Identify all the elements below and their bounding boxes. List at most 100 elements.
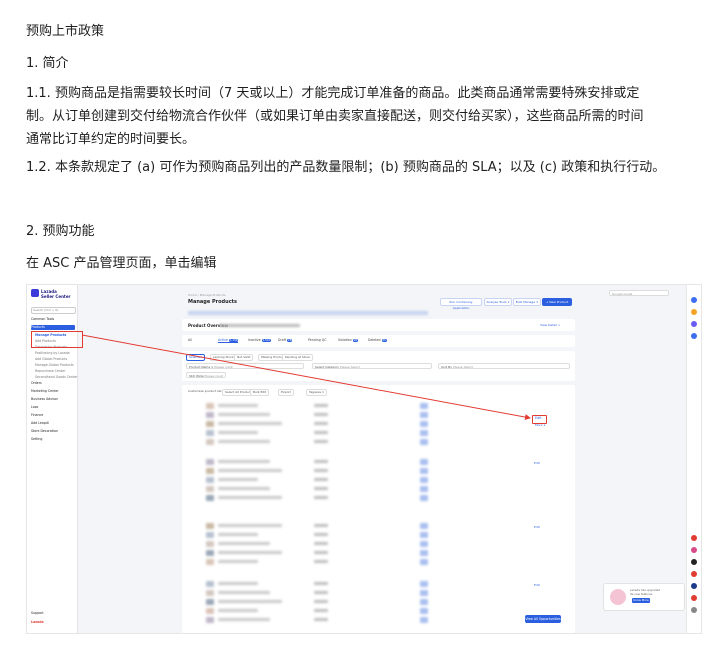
rail-app-icon[interactable] (691, 309, 697, 315)
tab[interactable]: Inactive 1,512 (248, 338, 272, 342)
know-more-button[interactable]: Know More (632, 598, 650, 603)
sidebar-item[interactable]: Marketing Center (31, 389, 75, 394)
sku-field[interactable]: SKU Wide Please input (186, 372, 226, 378)
view-opportunities-button[interactable]: View All Opportunities (525, 615, 561, 623)
sidebar-item[interactable]: Finance (31, 413, 75, 418)
tab-label: Deleted (368, 338, 381, 342)
sidebar-item[interactable]: Add Leapdi (31, 421, 75, 426)
analyse-tools-button[interactable]: Analyse Tools ∨ (484, 298, 512, 306)
tab[interactable]: All (188, 338, 192, 342)
sidebar-item[interactable]: Repurchase Center (35, 369, 79, 374)
sidebar-item[interactable]: Secondhand Goods Center (35, 375, 79, 380)
product-price (314, 440, 328, 443)
sidebar-item[interactable]: Common Tools (31, 317, 75, 322)
sidebar-item[interactable]: Products (31, 325, 75, 330)
sidebar-item[interactable]: Add Global Products (35, 357, 79, 362)
filter-chip[interactable]: Pending at Store (282, 354, 313, 361)
tab[interactable]: Violation 28 (338, 338, 359, 342)
rail-app-icon[interactable] (691, 333, 697, 339)
product-stock (420, 459, 428, 465)
sidebar-item[interactable]: Business Advisor (31, 397, 75, 402)
tab[interactable]: Draft 28 (278, 338, 293, 342)
top-right-search[interactable]: Google Guide (609, 290, 669, 296)
product-price (314, 496, 328, 499)
filter-chip[interactable]: Lacking Stock (210, 354, 237, 361)
sku-placeholder: Please input (204, 374, 223, 378)
rail-app-icon[interactable] (691, 297, 697, 303)
right-rail (686, 285, 701, 633)
product-thumbnail (206, 532, 214, 538)
rail-app-icon[interactable] (691, 595, 697, 601)
toolbar-button[interactable]: Export (278, 389, 294, 396)
rail-app-icon[interactable] (691, 321, 697, 327)
view-detail-link[interactable]: View Detail > (540, 323, 560, 327)
sort-label: Sort By (441, 365, 452, 369)
product-name (218, 609, 258, 612)
rail-app-icon[interactable] (691, 547, 697, 553)
rail-app-icon[interactable] (691, 571, 697, 577)
product-stock (420, 412, 428, 418)
product-thumbnail (206, 541, 214, 547)
product-name (218, 551, 282, 554)
sidebar-item[interactable]: Manage Global Products (35, 363, 79, 368)
sidebar-item[interactable]: Setting (31, 437, 75, 442)
product-price (314, 560, 328, 563)
product-price (314, 469, 328, 472)
paragraph-line: 制。从订单创建到交付给物流合作伙伴（或如果订单由卖家直接配送，则交付给买家），这… (26, 109, 644, 124)
run-application-button[interactable]: Run Containing Application (440, 298, 482, 310)
sidebar-item[interactable]: Lazo (31, 405, 75, 410)
product-stock (420, 599, 428, 605)
section-heading: 1. 简介 (26, 56, 69, 71)
sidebar-item[interactable]: Orders (31, 381, 75, 386)
product-stock (420, 590, 428, 596)
notification-image-icon (610, 589, 626, 605)
more-link[interactable]: More ∨ (535, 423, 546, 427)
product-thumbnail (206, 495, 214, 501)
product-price (314, 460, 328, 463)
product-name (218, 422, 282, 425)
product-name (218, 591, 270, 594)
product-price (314, 600, 328, 603)
rail-app-icon[interactable] (691, 583, 697, 589)
product-stock (420, 532, 428, 538)
product-thumbnail (206, 403, 214, 409)
edit-link[interactable]: Edit (535, 416, 542, 420)
new-product-button[interactable]: + New Product (542, 298, 572, 306)
toolbar-button[interactable]: Bulk Edit (250, 389, 270, 396)
paragraph-line: 1.1. 预购商品是指需要较长时间（7 天或以上）才能完成订单准备的商品。此类商… (26, 86, 640, 101)
bulk-manage-button[interactable]: Bulk Manage ∨ (513, 298, 541, 306)
category-field[interactable]: Select Category Please Select (312, 363, 432, 369)
product-thumbnail (206, 590, 214, 596)
tab-label: Active (218, 338, 228, 342)
sort-field[interactable]: Sort By Please Select (438, 363, 570, 369)
tab-label: Draft (278, 338, 287, 342)
row-edit-link[interactable]: Edit (534, 461, 540, 465)
row-edit-link[interactable]: Edit (534, 525, 540, 529)
sidebar-item[interactable]: Store Decoration (31, 429, 75, 434)
product-table: Customize product list Select All Product… (182, 385, 575, 633)
product-name-field[interactable]: Product Name ∨ Please input (186, 363, 304, 369)
toolbar-button[interactable]: Tagaxes ∨ (306, 389, 328, 396)
product-stock (420, 477, 428, 483)
rail-app-icon[interactable] (691, 559, 697, 565)
tab[interactable]: Deleted 15 (368, 338, 387, 342)
sidebar-search-input[interactable]: Search (Ctrl + K) (31, 307, 76, 314)
paragraph-line: 通常比订单约定的时间要长。 (26, 132, 196, 147)
lazada-logo-icon (31, 289, 39, 297)
filter-chip[interactable]: Not Valid (234, 354, 254, 361)
filter-chip[interactable]: Selected (186, 354, 206, 361)
section-heading: 2. 预购功能 (26, 224, 95, 239)
product-name (218, 600, 282, 603)
support-link[interactable]: Support (31, 611, 75, 616)
tab-label: Pending QC (308, 338, 327, 342)
tab[interactable]: Active 1,134 (218, 338, 239, 343)
rail-app-icon[interactable] (691, 535, 697, 541)
row-edit-link[interactable]: Edit (534, 583, 540, 587)
product-name (218, 440, 270, 443)
page-title: Manage Products (188, 299, 238, 305)
tab-count-badge: 1,134 (228, 339, 239, 342)
toolbar-label: Customize product list (188, 389, 222, 393)
tab[interactable]: Pending QC (308, 338, 327, 342)
sidebar-item[interactable]: Positioning by Lazada (35, 351, 79, 356)
rail-app-icon[interactable] (691, 607, 697, 613)
